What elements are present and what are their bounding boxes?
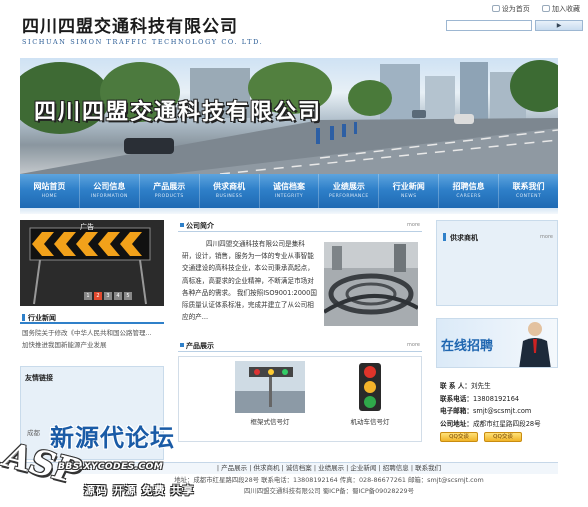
- ad-pager-dot[interactable]: 4: [114, 292, 122, 300]
- section-header: 公司简介 more: [178, 220, 422, 232]
- nav-item[interactable]: 公司信息 INFORMATION: [80, 174, 140, 208]
- news-item[interactable]: 加快推进我国新能源产业发展: [22, 339, 162, 351]
- nav-item-sublabel: PRODUCTS: [154, 194, 184, 199]
- contact-person: 刘先生: [470, 382, 491, 390]
- nav-item-sublabel: NEWS: [401, 194, 417, 199]
- nav-item[interactable]: 产品展示 PRODUCTS: [140, 174, 200, 208]
- nav-item-label: 产品展示: [153, 182, 186, 191]
- panel-header: 行业新闻: [20, 310, 164, 324]
- star-icon: [542, 5, 550, 12]
- nav-item-sublabel: CONTENT: [515, 194, 542, 199]
- add-favorite-link[interactable]: 加入收藏: [542, 5, 580, 13]
- watermark-title: 新源代论坛: [50, 424, 175, 452]
- product-card[interactable]: 框架式信号灯: [235, 361, 305, 426]
- ad-pager-dot[interactable]: 3: [104, 292, 112, 300]
- nav-item-label: 网站首页: [33, 182, 66, 191]
- banner-title: 四川四盟交通科技有限公司: [34, 100, 323, 125]
- nav-item[interactable]: 行业新闻 NEWS: [379, 174, 440, 208]
- nav-item-sublabel: INFORMATION: [90, 194, 128, 199]
- contact-phone: 13808192164: [472, 394, 520, 403]
- more-link[interactable]: more: [540, 234, 553, 240]
- product-card[interactable]: 机动车信号灯: [335, 361, 405, 426]
- panel-title: 供求商机: [450, 234, 478, 242]
- top-links: 设为首页 加入收藏: [482, 4, 580, 14]
- header-marker: [443, 233, 446, 241]
- contact-info: 联 系 人：刘先生 联系电话：13808192164 电子邮箱：smjt@scs…: [440, 380, 570, 442]
- more-link[interactable]: more: [407, 222, 420, 228]
- ad-pager: 1 2 3 4 5: [84, 292, 132, 300]
- nav-item-label: 供求商机: [213, 182, 246, 191]
- industry-news-panel: 行业新闻 国务院关于修改《中华人民共和国公路管理... 加快推进我国新能源产业发…: [20, 310, 164, 362]
- nav-item-label: 行业新闻: [392, 182, 425, 191]
- nav-item-label: 诚信档案: [273, 182, 305, 191]
- section-marker: [180, 343, 184, 347]
- ad-pager-dot[interactable]: 5: [124, 292, 132, 300]
- product-name: 机动车信号灯: [350, 418, 390, 426]
- panel-title: 行业新闻: [28, 314, 56, 322]
- online-recruitment-banner[interactable]: 在线招聘: [436, 318, 558, 368]
- ad-pager-dot[interactable]: 2: [94, 292, 102, 300]
- nav-item[interactable]: 网站首页 HOME: [20, 174, 80, 208]
- company-name-cn: 四川四盟交通科技有限公司: [22, 17, 238, 37]
- header-marker: [22, 314, 25, 321]
- contact-email-row: 电子邮箱：smjt@scsmjt.com: [440, 407, 532, 415]
- product-image: [335, 361, 405, 413]
- nav-item-sublabel: BUSINESS: [215, 194, 243, 199]
- ad-pager-dot[interactable]: 1: [84, 292, 92, 300]
- site-logo[interactable]: 四川四盟交通科技有限公司 SICHUAN SIMON TRAFFIC TECHN…: [22, 12, 263, 46]
- nav-item-sublabel: HOME: [41, 194, 58, 199]
- forum-watermark: 新源代论坛 ASP BBS.XYCODES.COM 源码 开源 免费 共享: [0, 414, 240, 507]
- watermark-slogan: 源码 开源 免费 共享: [84, 484, 195, 497]
- section-title: 产品展示: [186, 342, 214, 350]
- nav-item[interactable]: 业绩展示 PERFORMANCE: [319, 174, 380, 208]
- set-home-link[interactable]: 设为首页: [491, 5, 530, 13]
- qq-buttons: QQ交谈 QQ交谈: [440, 432, 570, 442]
- nav-item-label: 公司信息: [93, 182, 126, 191]
- intro-text: 四川四盟交通科技有限公司是集科研，设计，销售，服务为一体的专业从事智能交通建设的…: [182, 240, 317, 322]
- news-item[interactable]: 国务院关于修改《中华人民共和国公路管理...: [22, 327, 162, 339]
- company-name-en: SICHUAN SIMON TRAFFIC TECHNOLOGY CO. LTD…: [22, 38, 264, 46]
- qq-chat-button[interactable]: QQ交谈: [484, 432, 522, 442]
- contact-address-row: 公司地址：成都市红星路四段28号: [440, 419, 541, 428]
- vehicle-signal-graphic: [359, 363, 381, 411]
- section-header: 产品展示 more: [178, 340, 422, 352]
- contact-address: 成都市红星路四段28号: [472, 419, 541, 428]
- nav-item-sublabel: PERFORMANCE: [329, 194, 369, 199]
- nav-strip: [20, 208, 558, 214]
- product-image: [235, 361, 305, 413]
- nav-item-sublabel: CAREERS: [456, 194, 481, 199]
- interchange-photo-graphic: [324, 242, 418, 326]
- nav-item[interactable]: 诚信档案 INTEGRITY: [260, 174, 320, 208]
- nav-item[interactable]: 招聘信息 CAREERS: [439, 174, 500, 208]
- company-intro-section: 公司简介 more 四川四盟交通科技有限公司是集科研，设计，销售，服务为一体的专…: [178, 220, 422, 332]
- search-input[interactable]: [446, 20, 532, 31]
- watermark-url: BBS.XYCODES.COM: [58, 462, 164, 472]
- search-button[interactable]: ▶: [535, 20, 583, 31]
- nav-item-label: 联系我们: [512, 182, 545, 191]
- intro-photo: [324, 242, 418, 326]
- site-header: 四川四盟交通科技有限公司 SICHUAN SIMON TRAFFIC TECHN…: [0, 0, 588, 58]
- more-link[interactable]: more: [407, 342, 420, 348]
- qq-chat-button[interactable]: QQ交谈: [440, 432, 478, 442]
- ad-label: 广告: [80, 223, 94, 231]
- panel-title: 友情链接: [25, 374, 53, 382]
- recruitment-title: 在线招聘: [441, 339, 494, 354]
- section-title: 公司简介: [186, 222, 214, 230]
- businessman-graphic: [519, 322, 551, 367]
- nav-item-sublabel: INTEGRITY: [274, 194, 304, 199]
- section-marker: [180, 223, 184, 227]
- nav-item-label: 业绩展示: [332, 182, 365, 191]
- supply-demand-panel: 供求商机 more: [436, 220, 558, 306]
- banner-image: 四川四盟交通科技有限公司: [20, 58, 558, 174]
- main-nav: 网站首页 HOME 公司信息 INFORMATION 产品展示 PRODUCTS 供求商机 B…: [20, 174, 558, 208]
- contact-person-row: 联 系 人：刘先生: [440, 382, 491, 390]
- contact-email[interactable]: smjt@scsmjt.com: [473, 407, 531, 415]
- nav-item[interactable]: 联系我们 CONTENT: [499, 174, 558, 208]
- product-name: 框架式信号灯: [250, 418, 290, 426]
- nav-item[interactable]: 供求商机 BUSINESS: [200, 174, 260, 208]
- nav-item-label: 招聘信息: [452, 182, 485, 191]
- contact-phone-row: 联系电话：13808192164: [440, 394, 520, 403]
- frame-signal-graphic: [235, 361, 305, 413]
- home-icon: [491, 5, 500, 12]
